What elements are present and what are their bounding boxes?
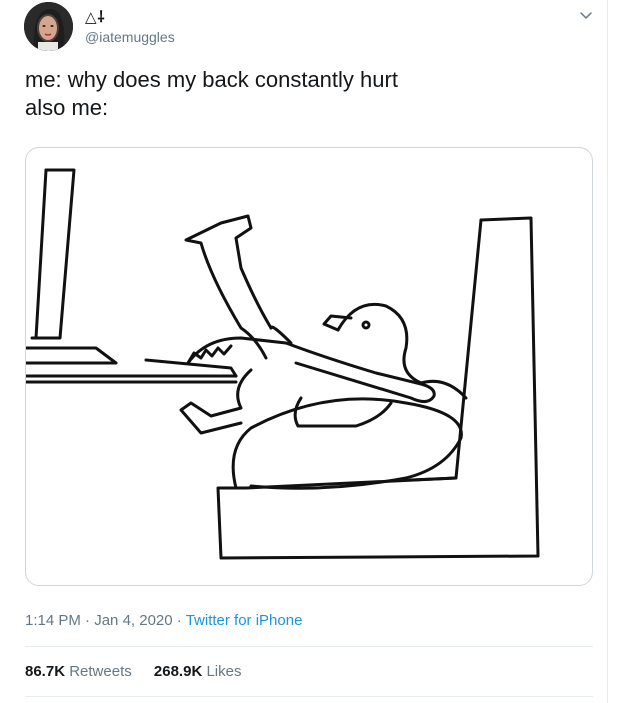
tweet-text-line: also me: [25,95,109,120]
likes-count: 268.9K [153,663,203,680]
tweet-card: △⸸ @iatemuggles me: why does my back con… [0,0,608,703]
divider [25,646,593,647]
avatar[interactable] [24,2,73,51]
likes-label: Likes [206,663,242,680]
chevron-down-icon[interactable] [578,7,594,23]
likes-stat[interactable]: 268.9K Likes [154,663,242,680]
retweets-stat[interactable]: 86.7K Retweets [25,663,136,680]
display-name[interactable]: △⸸ [85,7,106,27]
meta-separator: · [176,612,182,629]
meta-separator: · [85,612,91,629]
tweet-source-link[interactable]: Twitter for iPhone [186,612,303,629]
tweet-time[interactable]: 1:14 PM [25,612,81,629]
retweets-count: 86.7K [25,663,66,680]
user-handle[interactable]: @iatemuggles [85,29,175,45]
tweet-text-line: me: why does my back constantly hurt [25,67,398,92]
divider [25,696,593,697]
tweet-date[interactable]: Jan 4, 2020 [94,612,172,629]
tweet-image[interactable] [25,147,593,586]
retweets-label: Retweets [69,663,132,680]
tweet-stats: 86.7K Retweets 268.9K Likes [25,663,259,680]
tweet-text: me: why does my back constantly hurt als… [25,66,398,122]
tweet-meta: 1:14 PM · Jan 4, 2020 · Twitter for iPho… [25,612,302,629]
